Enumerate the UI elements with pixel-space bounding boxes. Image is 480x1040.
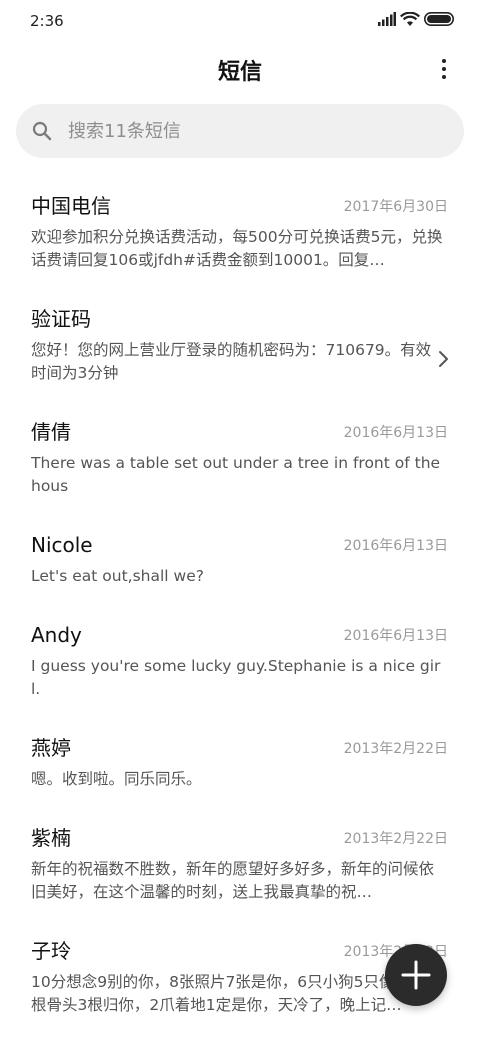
plus-icon (401, 960, 431, 990)
thread-name: 验证码 (31, 307, 91, 331)
app-header: 短信 (0, 42, 480, 98)
thread-date: 2016年6月13日 (343, 425, 448, 441)
search-icon (32, 121, 52, 141)
more-vertical-icon (442, 59, 446, 63)
thread-item[interactable]: Nicole 2016年6月13日 Let's eat out,shall we… (0, 517, 480, 607)
thread-item[interactable]: 中国电信 2017年6月30日 欢迎参加积分兑换话费活动，每500分可兑换话费5… (0, 178, 480, 291)
new-message-button[interactable] (385, 944, 447, 1006)
thread-date: 2016年6月13日 (343, 628, 448, 644)
thread-item[interactable]: 倩倩 2016年6月13日 There was a table set out … (0, 404, 480, 517)
status-time: 2:36 (30, 12, 64, 30)
thread-item[interactable]: 紫楠 2013年2月22日 新年的祝福数不胜数，新年的愿望好多好多，新年的问候依… (0, 810, 480, 923)
thread-preview: 您好！您的网上营业厅登录的随机密码为：710679。有效时间为3分钟 (31, 341, 432, 382)
thread-date: 2016年6月13日 (343, 538, 448, 554)
thread-item[interactable]: Andy 2016年6月13日 I guess you're some luck… (0, 607, 480, 720)
thread-preview: Let's eat out,shall we? (31, 567, 204, 585)
thread-list: 中国电信 2017年6月30日 欢迎参加积分兑换话费活动，每500分可兑换话费5… (0, 178, 480, 1023)
wifi-icon (400, 12, 420, 26)
status-bar: 2:36 (0, 0, 480, 42)
more-options-button[interactable] (434, 54, 454, 84)
search-bar[interactable] (16, 104, 464, 158)
thread-preview: 欢迎参加积分兑换话费活动，每500分可兑换话费5元，兑换话费请回复106或jfd… (31, 228, 443, 269)
page-title: 短信 (217, 60, 262, 85)
thread-preview: 嗯。收到啦。同乐同乐。 (31, 770, 202, 788)
thread-item[interactable]: 验证码 您好！您的网上营业厅登录的随机密码为：710679。有效时间为3分钟 (0, 291, 480, 404)
chevron-right-icon (439, 351, 448, 367)
thread-preview: I guess you're some lucky guy.Stephanie … (31, 657, 441, 698)
thread-preview: 新年的祝福数不胜数，新年的愿望好多好多，新年的问候依旧美好，在这个温馨的时刻，送… (31, 860, 435, 901)
search-input[interactable] (68, 104, 444, 158)
battery-icon (424, 12, 454, 26)
thread-item[interactable]: 燕婷 2013年2月22日 嗯。收到啦。同乐同乐。 (0, 720, 480, 810)
thread-preview: There was a table set out under a tree i… (31, 454, 441, 495)
signal-icon (378, 12, 396, 26)
thread-date: 2013年2月22日 (343, 741, 448, 757)
thread-date: 2013年2月22日 (343, 831, 448, 847)
thread-date: 2017年6月30日 (343, 199, 448, 215)
